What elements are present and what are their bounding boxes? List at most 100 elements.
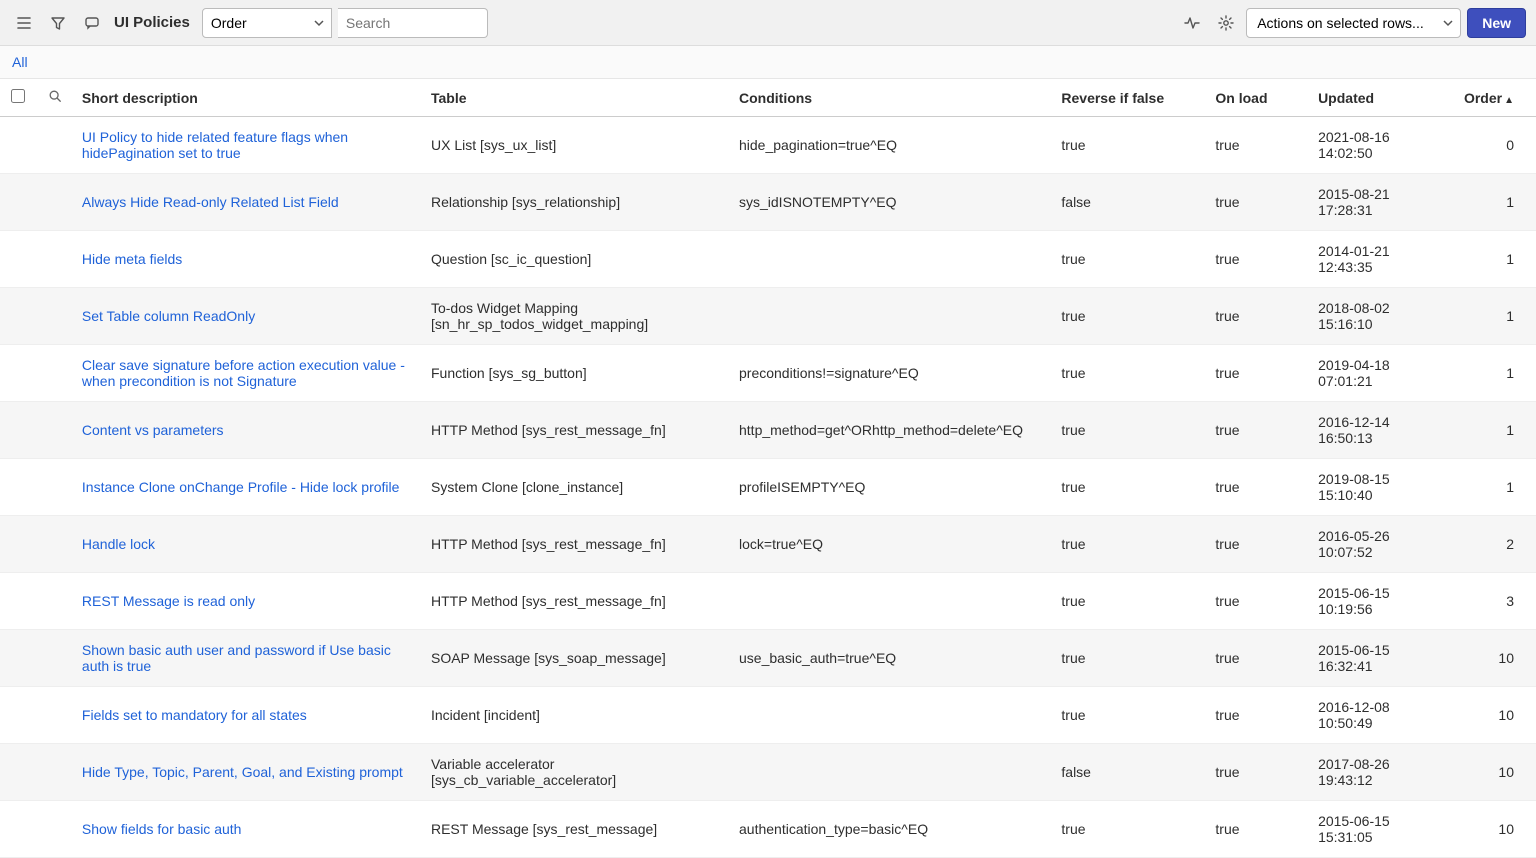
record-link[interactable]: Fields set to mandatory for all states: [82, 707, 307, 723]
row-checkbox-cell: [0, 687, 37, 744]
cell-conditions: [731, 288, 1053, 345]
actions-select[interactable]: Actions on selected rows...: [1246, 8, 1461, 38]
record-link[interactable]: REST Message is read only: [82, 593, 255, 609]
table-header-row: Short description Table Conditions Rever…: [0, 79, 1536, 117]
cell-table: HTTP Method [sys_rest_message_fn]: [423, 402, 731, 459]
row-checkbox-cell: [0, 801, 37, 858]
search-input[interactable]: [338, 8, 488, 38]
header-updated[interactable]: Updated: [1310, 79, 1443, 117]
record-link[interactable]: Shown basic auth user and password if Us…: [82, 642, 391, 674]
record-link[interactable]: Set Table column ReadOnly: [82, 308, 255, 324]
header-search-icon[interactable]: [37, 79, 74, 117]
record-link[interactable]: Hide Type, Topic, Parent, Goal, and Exis…: [82, 764, 403, 780]
row-spacer-cell: [37, 345, 74, 402]
header-order[interactable]: Order▲: [1444, 79, 1536, 117]
actions-select-wrap: Actions on selected rows...: [1246, 8, 1461, 38]
cell-short-description: Hide Type, Topic, Parent, Goal, and Exis…: [74, 744, 423, 801]
header-select-all[interactable]: [0, 79, 37, 117]
cell-reverse-if-false: true: [1053, 345, 1207, 402]
breadcrumb-all[interactable]: All: [12, 54, 28, 70]
cell-conditions: http_method=get^ORhttp_method=delete^EQ: [731, 402, 1053, 459]
row-checkbox-cell: [0, 573, 37, 630]
cell-updated: 2015-06-15 16:32:41: [1310, 630, 1443, 687]
cell-reverse-if-false: true: [1053, 231, 1207, 288]
list-toolbar: UI Policies Order Actions on selected ro…: [0, 0, 1536, 46]
record-link[interactable]: UI Policy to hide related feature flags …: [82, 129, 348, 161]
cell-conditions: [731, 687, 1053, 744]
cell-conditions: [731, 744, 1053, 801]
activity-icon[interactable]: [1178, 9, 1206, 37]
cell-on-load: true: [1207, 516, 1310, 573]
record-link[interactable]: Show fields for basic auth: [82, 821, 242, 837]
row-checkbox-cell: [0, 630, 37, 687]
cell-short-description: Handle lock: [74, 516, 423, 573]
cell-updated: 2015-06-15 15:31:05: [1310, 801, 1443, 858]
cell-conditions: profileISEMPTY^EQ: [731, 459, 1053, 516]
header-reverse-if-false[interactable]: Reverse if false: [1053, 79, 1207, 117]
row-checkbox-cell: [0, 402, 37, 459]
cell-reverse-if-false: true: [1053, 630, 1207, 687]
table-row: Fields set to mandatory for all statesIn…: [0, 687, 1536, 744]
cell-reverse-if-false: true: [1053, 801, 1207, 858]
cell-on-load: true: [1207, 174, 1310, 231]
cell-order: 1: [1444, 288, 1536, 345]
record-link[interactable]: Content vs parameters: [82, 422, 224, 438]
cell-conditions: preconditions!=signature^EQ: [731, 345, 1053, 402]
cell-short-description: Hide meta fields: [74, 231, 423, 288]
table-row: Show fields for basic authREST Message […: [0, 801, 1536, 858]
search-field-select-wrap: Order: [202, 8, 332, 38]
cell-short-description: Clear save signature before action execu…: [74, 345, 423, 402]
row-checkbox-cell: [0, 345, 37, 402]
header-on-load[interactable]: On load: [1207, 79, 1310, 117]
record-link[interactable]: Always Hide Read-only Related List Field: [82, 194, 339, 210]
gear-icon[interactable]: [1212, 9, 1240, 37]
cell-short-description: Content vs parameters: [74, 402, 423, 459]
table-row: Shown basic auth user and password if Us…: [0, 630, 1536, 687]
record-link[interactable]: Hide meta fields: [82, 251, 182, 267]
row-spacer-cell: [37, 516, 74, 573]
cell-updated: 2015-08-21 17:28:31: [1310, 174, 1443, 231]
record-link[interactable]: Handle lock: [82, 536, 155, 552]
breadcrumb: All: [0, 46, 1536, 79]
ui-policies-table: Short description Table Conditions Rever…: [0, 79, 1536, 858]
record-link[interactable]: Clear save signature before action execu…: [82, 357, 405, 389]
row-spacer-cell: [37, 174, 74, 231]
cell-on-load: true: [1207, 231, 1310, 288]
cell-updated: 2014-01-21 12:43:35: [1310, 231, 1443, 288]
cell-reverse-if-false: true: [1053, 459, 1207, 516]
cell-short-description: Set Table column ReadOnly: [74, 288, 423, 345]
header-short-description[interactable]: Short description: [74, 79, 423, 117]
cell-conditions: [731, 231, 1053, 288]
cell-updated: 2015-06-15 10:19:56: [1310, 573, 1443, 630]
cell-conditions: lock=true^EQ: [731, 516, 1053, 573]
menu-icon[interactable]: [10, 9, 38, 37]
cell-order: 1: [1444, 174, 1536, 231]
filter-icon[interactable]: [44, 9, 72, 37]
table-row: Instance Clone onChange Profile - Hide l…: [0, 459, 1536, 516]
cell-table: To-dos Widget Mapping [sn_hr_sp_todos_wi…: [423, 288, 731, 345]
table-row: Hide Type, Topic, Parent, Goal, and Exis…: [0, 744, 1536, 801]
cell-reverse-if-false: false: [1053, 174, 1207, 231]
cell-order: 1: [1444, 402, 1536, 459]
cell-order: 10: [1444, 801, 1536, 858]
search-field-select[interactable]: Order: [202, 8, 332, 38]
header-conditions[interactable]: Conditions: [731, 79, 1053, 117]
table-row: REST Message is read onlyHTTP Method [sy…: [0, 573, 1536, 630]
cell-short-description: REST Message is read only: [74, 573, 423, 630]
cell-reverse-if-false: true: [1053, 573, 1207, 630]
cell-order: 1: [1444, 345, 1536, 402]
chat-icon[interactable]: [78, 9, 106, 37]
cell-short-description: Shown basic auth user and password if Us…: [74, 630, 423, 687]
new-button[interactable]: New: [1467, 8, 1526, 38]
cell-table: System Clone [clone_instance]: [423, 459, 731, 516]
cell-updated: 2016-12-14 16:50:13: [1310, 402, 1443, 459]
cell-table: Question [sc_ic_question]: [423, 231, 731, 288]
record-link[interactable]: Instance Clone onChange Profile - Hide l…: [82, 479, 400, 495]
header-table[interactable]: Table: [423, 79, 731, 117]
cell-on-load: true: [1207, 744, 1310, 801]
select-all-checkbox[interactable]: [11, 89, 25, 103]
cell-order: 0: [1444, 117, 1536, 174]
cell-on-load: true: [1207, 288, 1310, 345]
row-spacer-cell: [37, 402, 74, 459]
cell-short-description: UI Policy to hide related feature flags …: [74, 117, 423, 174]
